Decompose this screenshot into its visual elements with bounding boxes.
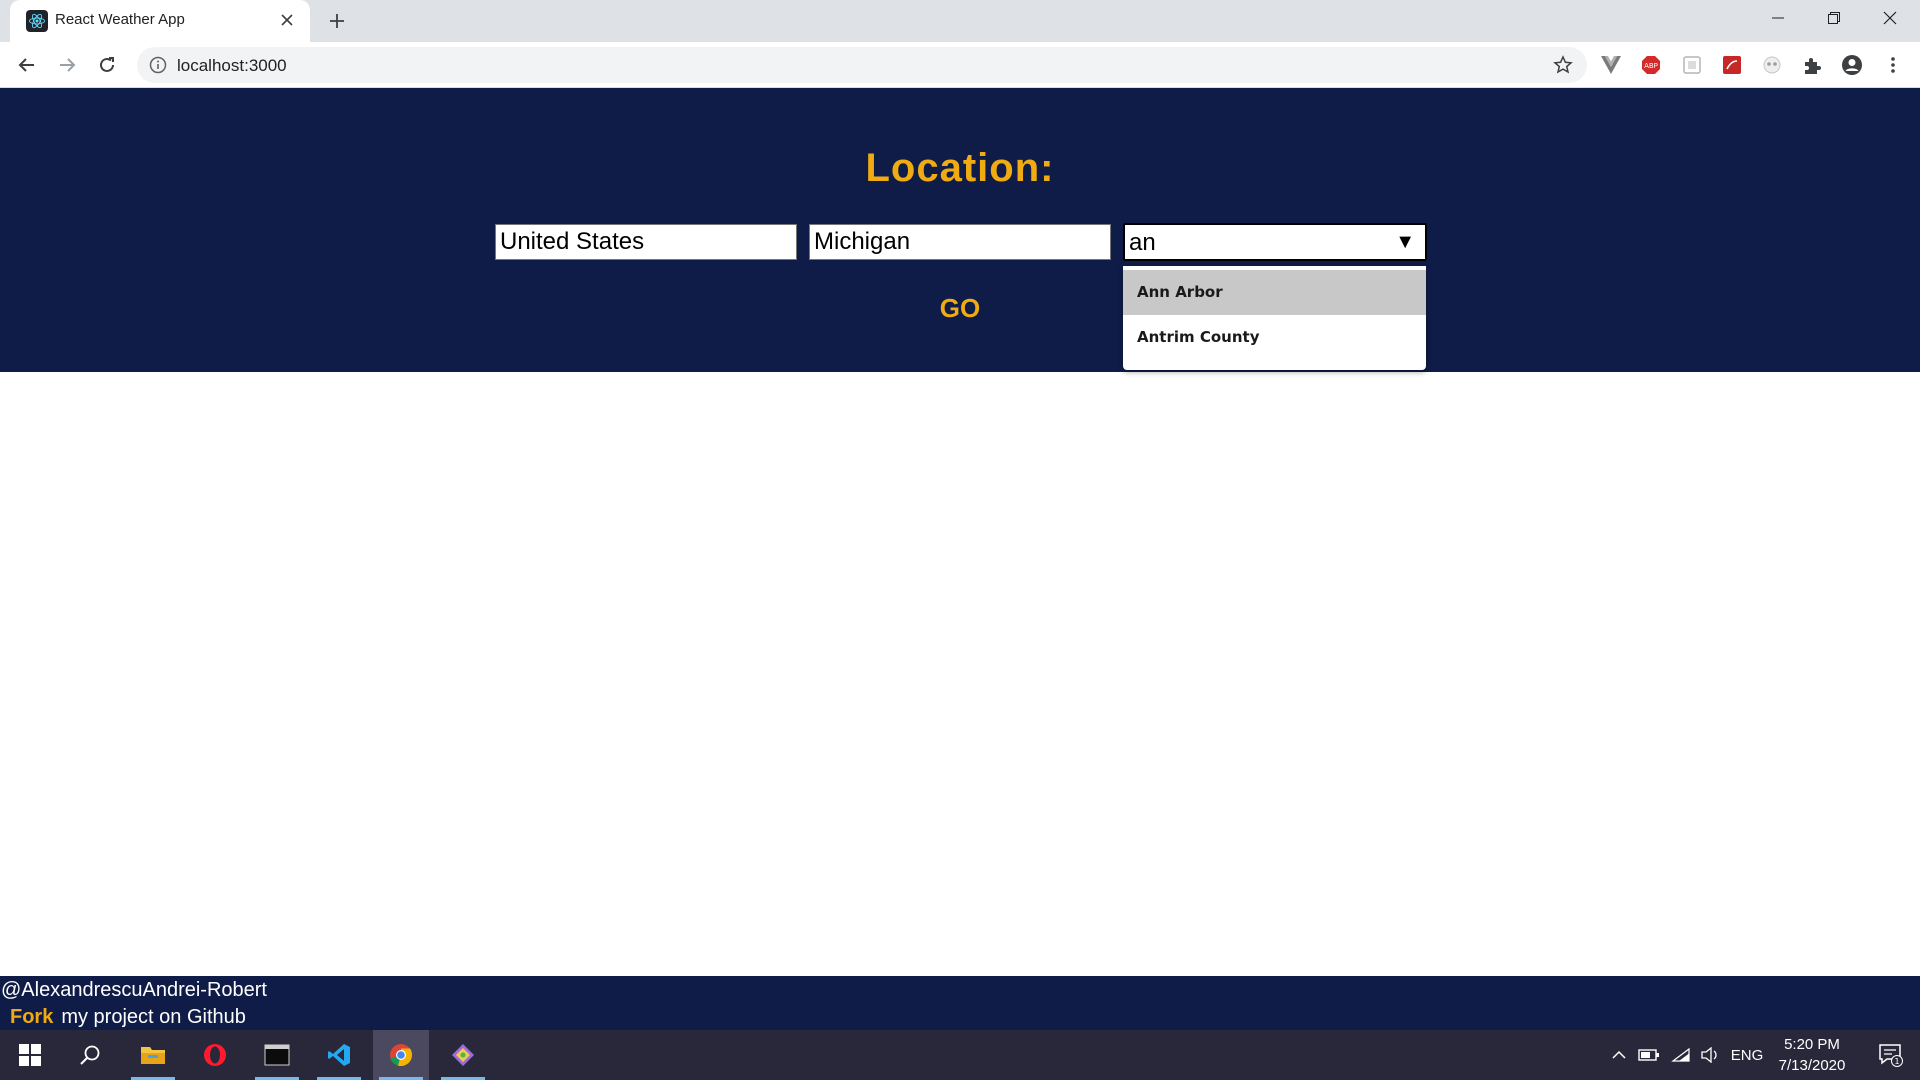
url-text: localhost:3000 [177, 56, 287, 75]
dropdown-caret-icon[interactable]: ▼ [1395, 231, 1415, 254]
chrome-icon[interactable] [373, 1030, 429, 1080]
reload-icon[interactable] [93, 51, 121, 79]
fork-text: my project on Github [61, 1006, 246, 1028]
battery-icon[interactable] [1636, 1030, 1662, 1080]
bookmark-star-icon[interactable] [1553, 55, 1573, 75]
windows-taskbar: ENG 5:20 PM 7/13/2020 1 [0, 1030, 1920, 1080]
info-icon[interactable] [149, 56, 167, 74]
language-indicator[interactable]: ENG [1728, 1030, 1766, 1080]
tab-strip: React Weather App [0, 0, 1920, 42]
restore-icon[interactable] [1806, 0, 1862, 36]
extension-icon[interactable] [1681, 54, 1703, 76]
pdf-extension-icon[interactable] [1721, 54, 1743, 76]
terminal-icon[interactable] [249, 1030, 305, 1080]
system-clock[interactable]: 5:20 PM 7/13/2020 [1762, 1034, 1862, 1076]
close-icon[interactable] [276, 9, 298, 31]
author-credit: @AlexandrescuAndrei-Robert [1, 979, 267, 1001]
profile-avatar-icon[interactable] [1841, 54, 1863, 76]
browser-toolbar: localhost:3000 ABP [0, 42, 1920, 88]
city-combobox[interactable]: an ▼ [1123, 223, 1427, 261]
window-close-icon[interactable] [1862, 0, 1918, 36]
git-gui-icon[interactable] [435, 1030, 491, 1080]
forward-arrow-icon[interactable] [53, 51, 81, 79]
location-panel: Location: an ▼ Ann Arbor Antrim County G… [0, 88, 1920, 372]
browser-tab[interactable]: React Weather App [10, 0, 310, 42]
notification-count: 1 [1894, 1057, 1899, 1066]
file-explorer-icon[interactable] [125, 1030, 181, 1080]
back-arrow-icon[interactable] [13, 51, 41, 79]
fork-link[interactable]: Fork [10, 1006, 53, 1028]
volume-icon[interactable] [1698, 1030, 1724, 1080]
adblock-icon[interactable]: ABP [1640, 54, 1662, 76]
city-input-text: an [1129, 229, 1156, 256]
country-input[interactable] [495, 224, 797, 260]
chevron-up-icon[interactable] [1608, 1030, 1630, 1080]
search-icon[interactable] [62, 1030, 118, 1080]
new-tab-plus-icon[interactable] [325, 9, 349, 33]
panda-extension-icon[interactable] [1761, 54, 1783, 76]
fork-line: Fork my project on Github [10, 1006, 246, 1029]
clock-time: 5:20 PM [1784, 1036, 1840, 1053]
clock-date: 7/13/2020 [1778, 1057, 1846, 1074]
svg-text:ABP: ABP [1644, 62, 1658, 70]
extensions-puzzle-icon[interactable] [1801, 54, 1823, 76]
vue-devtools-icon[interactable] [1600, 54, 1622, 76]
minimize-icon[interactable] [1750, 0, 1806, 36]
address-bar[interactable]: localhost:3000 [137, 47, 1587, 83]
notifications-icon[interactable]: 1 [1866, 1030, 1916, 1080]
windows-start-icon[interactable] [2, 1030, 58, 1080]
menu-kebab-icon[interactable] [1882, 54, 1904, 76]
state-input[interactable] [809, 224, 1111, 260]
go-button[interactable]: GO [0, 293, 1920, 324]
react-logo-icon [26, 10, 48, 32]
location-heading: Location: [865, 146, 1055, 190]
wifi-icon[interactable] [1668, 1030, 1694, 1080]
vscode-icon[interactable] [311, 1030, 367, 1080]
tab-title: React Weather App [55, 11, 185, 28]
language-text: ENG [1730, 1046, 1764, 1064]
page-footer: @AlexandrescuAndrei-Robert Fork my projec… [0, 976, 1920, 1030]
opera-icon[interactable] [187, 1030, 243, 1080]
